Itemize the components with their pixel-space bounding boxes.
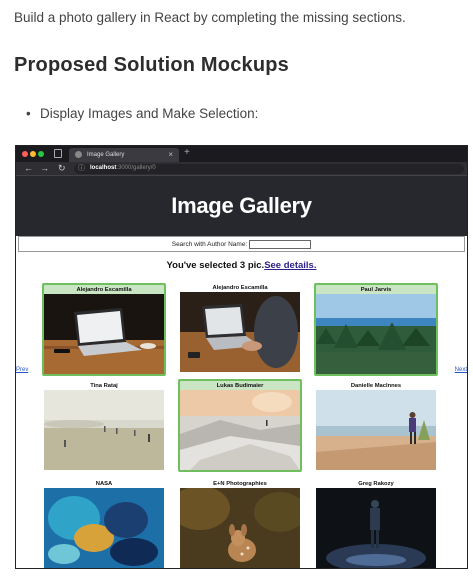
photo-author: Paul Jarvis <box>360 287 392 293</box>
forest-lake-photo <box>316 294 436 374</box>
photo-author: Tina Rataj <box>90 383 118 389</box>
laptop-desk-photo <box>44 294 164 374</box>
browser-tab[interactable]: Image Gallery × <box>69 148 179 162</box>
site-info-icon[interactable]: ⓘ <box>78 163 85 173</box>
author-search-input[interactable] <box>249 239 312 249</box>
app-header: Image Gallery <box>16 176 467 236</box>
beach-walker-photo <box>316 390 436 470</box>
photo-author: E+N Photographies <box>213 481 267 487</box>
tab-overview-icon[interactable] <box>54 149 62 158</box>
photo-card[interactable]: E+N Photographies <box>178 479 302 568</box>
photo-author: Danielle MacInnes <box>350 383 402 389</box>
new-tab-button[interactable]: + <box>184 147 190 158</box>
bullet-item: Display Images and Make Selection: <box>26 106 258 121</box>
section-heading: Proposed Solution Mockups <box>14 54 290 76</box>
browser-titlebar: Image Gallery × + <box>16 146 467 162</box>
fawn-deer-photo <box>180 488 300 568</box>
intro-text: Build a photo gallery in React by comple… <box>14 10 406 25</box>
forward-arrow-icon[interactable]: → <box>40 163 49 173</box>
see-details-link[interactable]: See details. <box>264 260 316 271</box>
browser-window: Image Gallery × + ← → ↻ ⓘ localhost:3000… <box>15 145 468 569</box>
photo-card[interactable]: Danielle MacInnes <box>314 381 438 470</box>
address-bar[interactable]: ⓘ localhost:3000/gallery/0 <box>74 164 464 174</box>
tab-title: Image Gallery <box>87 152 125 158</box>
sand-dunes-photo <box>180 390 300 470</box>
photo-card[interactable]: Lukas Budimaier <box>178 379 302 472</box>
earth-satellite-photo <box>44 488 164 568</box>
url-text: localhost:3000/gallery/0 <box>90 165 156 171</box>
next-page-link[interactable]: Next <box>455 367 467 373</box>
close-window-icon[interactable] <box>22 151 28 157</box>
selected-count-text: You've selected 3 pic. <box>166 260 265 271</box>
photo-author: Alejandro Escamilla <box>212 285 268 291</box>
photo-author: NASA <box>95 481 113 487</box>
browser-navbar: ← → ↻ ⓘ localhost:3000/gallery/0 <box>16 162 467 176</box>
prev-page-link[interactable]: Prev <box>16 367 28 373</box>
photo-card[interactable]: Tina Rataj <box>42 381 166 470</box>
night-sky-person-photo <box>316 488 436 568</box>
photo-card[interactable]: Alejandro Escamilla <box>178 283 302 372</box>
search-bar: Search with Author Name: <box>18 236 465 252</box>
url-path: :3000/gallery/0 <box>116 165 156 171</box>
search-label: Search with Author Name: <box>171 240 248 248</box>
photo-author: Lukas Budimaier <box>216 383 264 389</box>
reload-icon[interactable]: ↻ <box>58 163 66 174</box>
photo-author: Alejandro Escamilla <box>76 287 132 293</box>
photo-author: Greg Rakozy <box>358 481 394 487</box>
favicon-icon <box>75 151 82 158</box>
photo-card[interactable]: NASA <box>42 479 166 568</box>
laptop-typing-photo <box>180 292 300 372</box>
selection-summary: You've selected 3 pic.See details. <box>16 260 467 271</box>
photo-card[interactable]: Greg Rakozy <box>314 479 438 568</box>
foggy-beach-photo <box>44 390 164 470</box>
url-host: localhost <box>90 165 117 171</box>
tab-close-icon[interactable]: × <box>168 150 173 159</box>
app-title: Image Gallery <box>171 193 312 218</box>
photo-card[interactable]: Alejandro Escamilla <box>42 283 166 376</box>
maximize-window-icon[interactable] <box>38 151 44 157</box>
photo-card[interactable]: Paul Jarvis <box>314 283 438 376</box>
back-arrow-icon[interactable]: ← <box>24 163 33 173</box>
minimize-window-icon[interactable] <box>30 151 36 157</box>
